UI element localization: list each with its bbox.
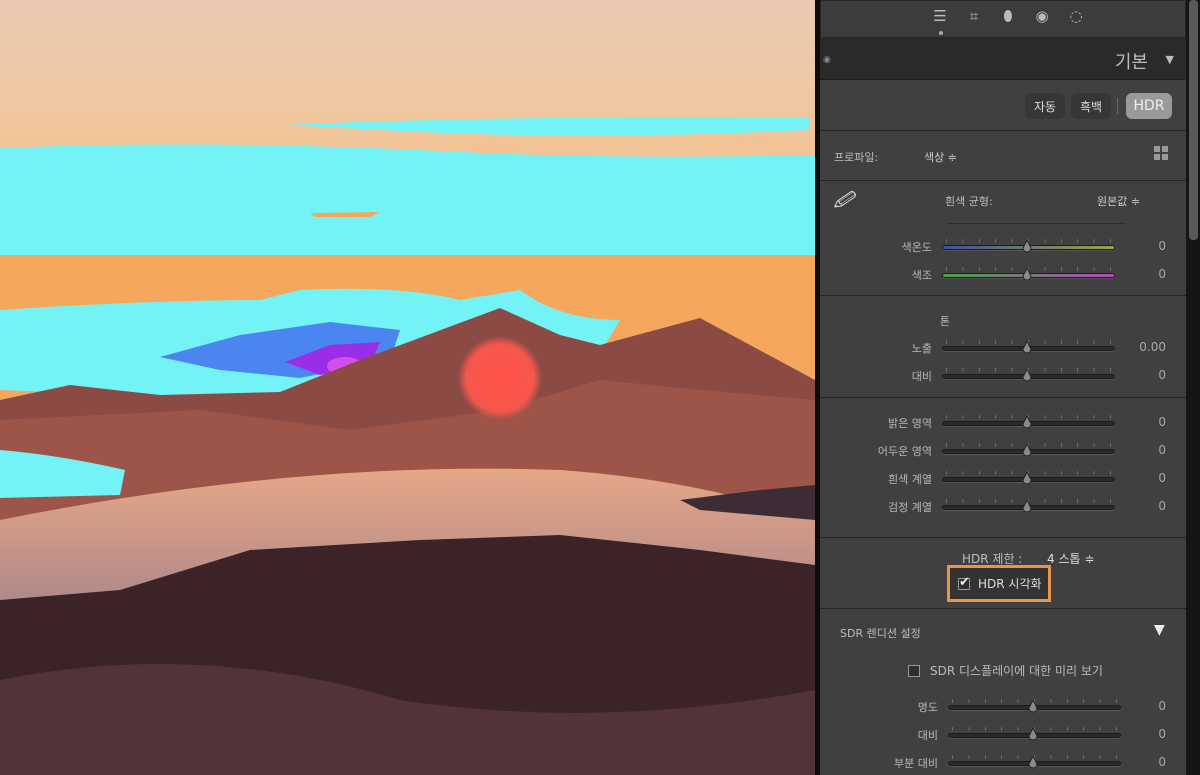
hdr-visualize-checkbox[interactable]: ✔ HDR 시각화 xyxy=(947,565,1051,602)
sdr-section-title: SDR 렌디션 설정 xyxy=(840,625,921,641)
profile-label: 프로파일: xyxy=(834,149,878,165)
slider-label: 색조 xyxy=(912,267,932,283)
checkbox-unchecked[interactable] xyxy=(908,665,920,677)
panel-title: 기본 xyxy=(1115,48,1148,74)
bw-button[interactable]: 흑백 xyxy=(1071,93,1111,119)
slider-row: 부분 대비 0 xyxy=(820,755,1186,771)
hdr-button[interactable]: HDR xyxy=(1126,93,1172,119)
slider-value[interactable]: 0 xyxy=(1158,267,1166,281)
slider-value[interactable]: 0 xyxy=(1158,755,1166,769)
crop-icon[interactable]: ⌗ xyxy=(964,6,984,26)
divider xyxy=(1117,98,1118,114)
photo-canvas[interactable] xyxy=(0,0,815,775)
sdr-preview-label: SDR 디스플레이에 대한 미리 보기 xyxy=(930,662,1103,679)
develop-panel: ☰ ⌗ ⬮ ◉ ◌ ◉ 기본 ▼ 자동 흑백 HDR 프로파일: 색상 ≑ 🖉 … xyxy=(820,0,1186,775)
scrollbar[interactable] xyxy=(1186,0,1200,775)
hdr-visualize-label: HDR 시각화 xyxy=(978,575,1042,592)
redeye-icon[interactable]: ◉ xyxy=(1032,6,1052,26)
slider-label: 대비 xyxy=(918,727,938,743)
slider-value[interactable]: 0 xyxy=(1158,727,1166,741)
slider-label: 명도 xyxy=(918,699,938,715)
slider-thumb[interactable] xyxy=(1028,700,1038,714)
presence-section xyxy=(820,398,1186,538)
tone-section xyxy=(820,296,1186,398)
checkbox-checked[interactable]: ✔ xyxy=(958,578,970,590)
slider-row: 대비 0 xyxy=(820,727,1186,743)
scrollbar-thumb[interactable] xyxy=(1189,0,1198,240)
profile-browser-icon[interactable] xyxy=(1154,146,1168,160)
hdr-limit-select[interactable]: 4 스톱 ≑ xyxy=(1047,550,1094,567)
slider-label: 색온도 xyxy=(902,239,932,255)
wb-select[interactable]: 원본값 ≑ xyxy=(1097,193,1140,209)
slider-value[interactable]: 0 xyxy=(1158,239,1166,253)
hdr-visualized-photo xyxy=(0,0,815,775)
slider-value[interactable]: 0 xyxy=(1158,699,1166,713)
healing-icon[interactable]: ⬮ xyxy=(998,6,1018,26)
checkmark-icon: ✔ xyxy=(959,575,970,590)
mask-icon[interactable]: ◌ xyxy=(1066,6,1086,26)
slider-row: 색온도 0 xyxy=(820,239,1186,255)
expand-triangle-icon[interactable]: ▼ xyxy=(1154,622,1165,638)
profile-select[interactable]: 색상 ≑ xyxy=(924,149,957,165)
divider xyxy=(948,223,1126,224)
sliders-icon[interactable]: ☰ xyxy=(930,6,950,26)
tone-label: 톤 xyxy=(940,313,950,329)
collapse-icon[interactable]: ▼ xyxy=(1166,53,1174,66)
auto-button[interactable]: 자동 xyxy=(1025,93,1065,119)
wb-label: 흰색 균형: xyxy=(945,193,993,209)
sdr-preview-checkbox[interactable]: SDR 디스플레이에 대한 미리 보기 xyxy=(908,662,1103,679)
slider-label: 부분 대비 xyxy=(894,755,938,771)
slider-thumb[interactable] xyxy=(1022,240,1032,254)
slider-thumb[interactable] xyxy=(1028,756,1038,770)
slider-row: 색조 0 xyxy=(820,267,1186,283)
slider-thumb[interactable] xyxy=(1022,268,1032,282)
tool-strip: ☰ ⌗ ⬮ ◉ ◌ xyxy=(820,0,1186,38)
slider-thumb[interactable] xyxy=(1028,728,1038,742)
slider-row: 명도 0 xyxy=(820,699,1186,715)
active-tool-indicator xyxy=(939,31,943,35)
basic-panel-header[interactable]: ◉ 기본 ▼ xyxy=(820,38,1186,80)
eye-icon[interactable]: ◉ xyxy=(823,55,831,65)
